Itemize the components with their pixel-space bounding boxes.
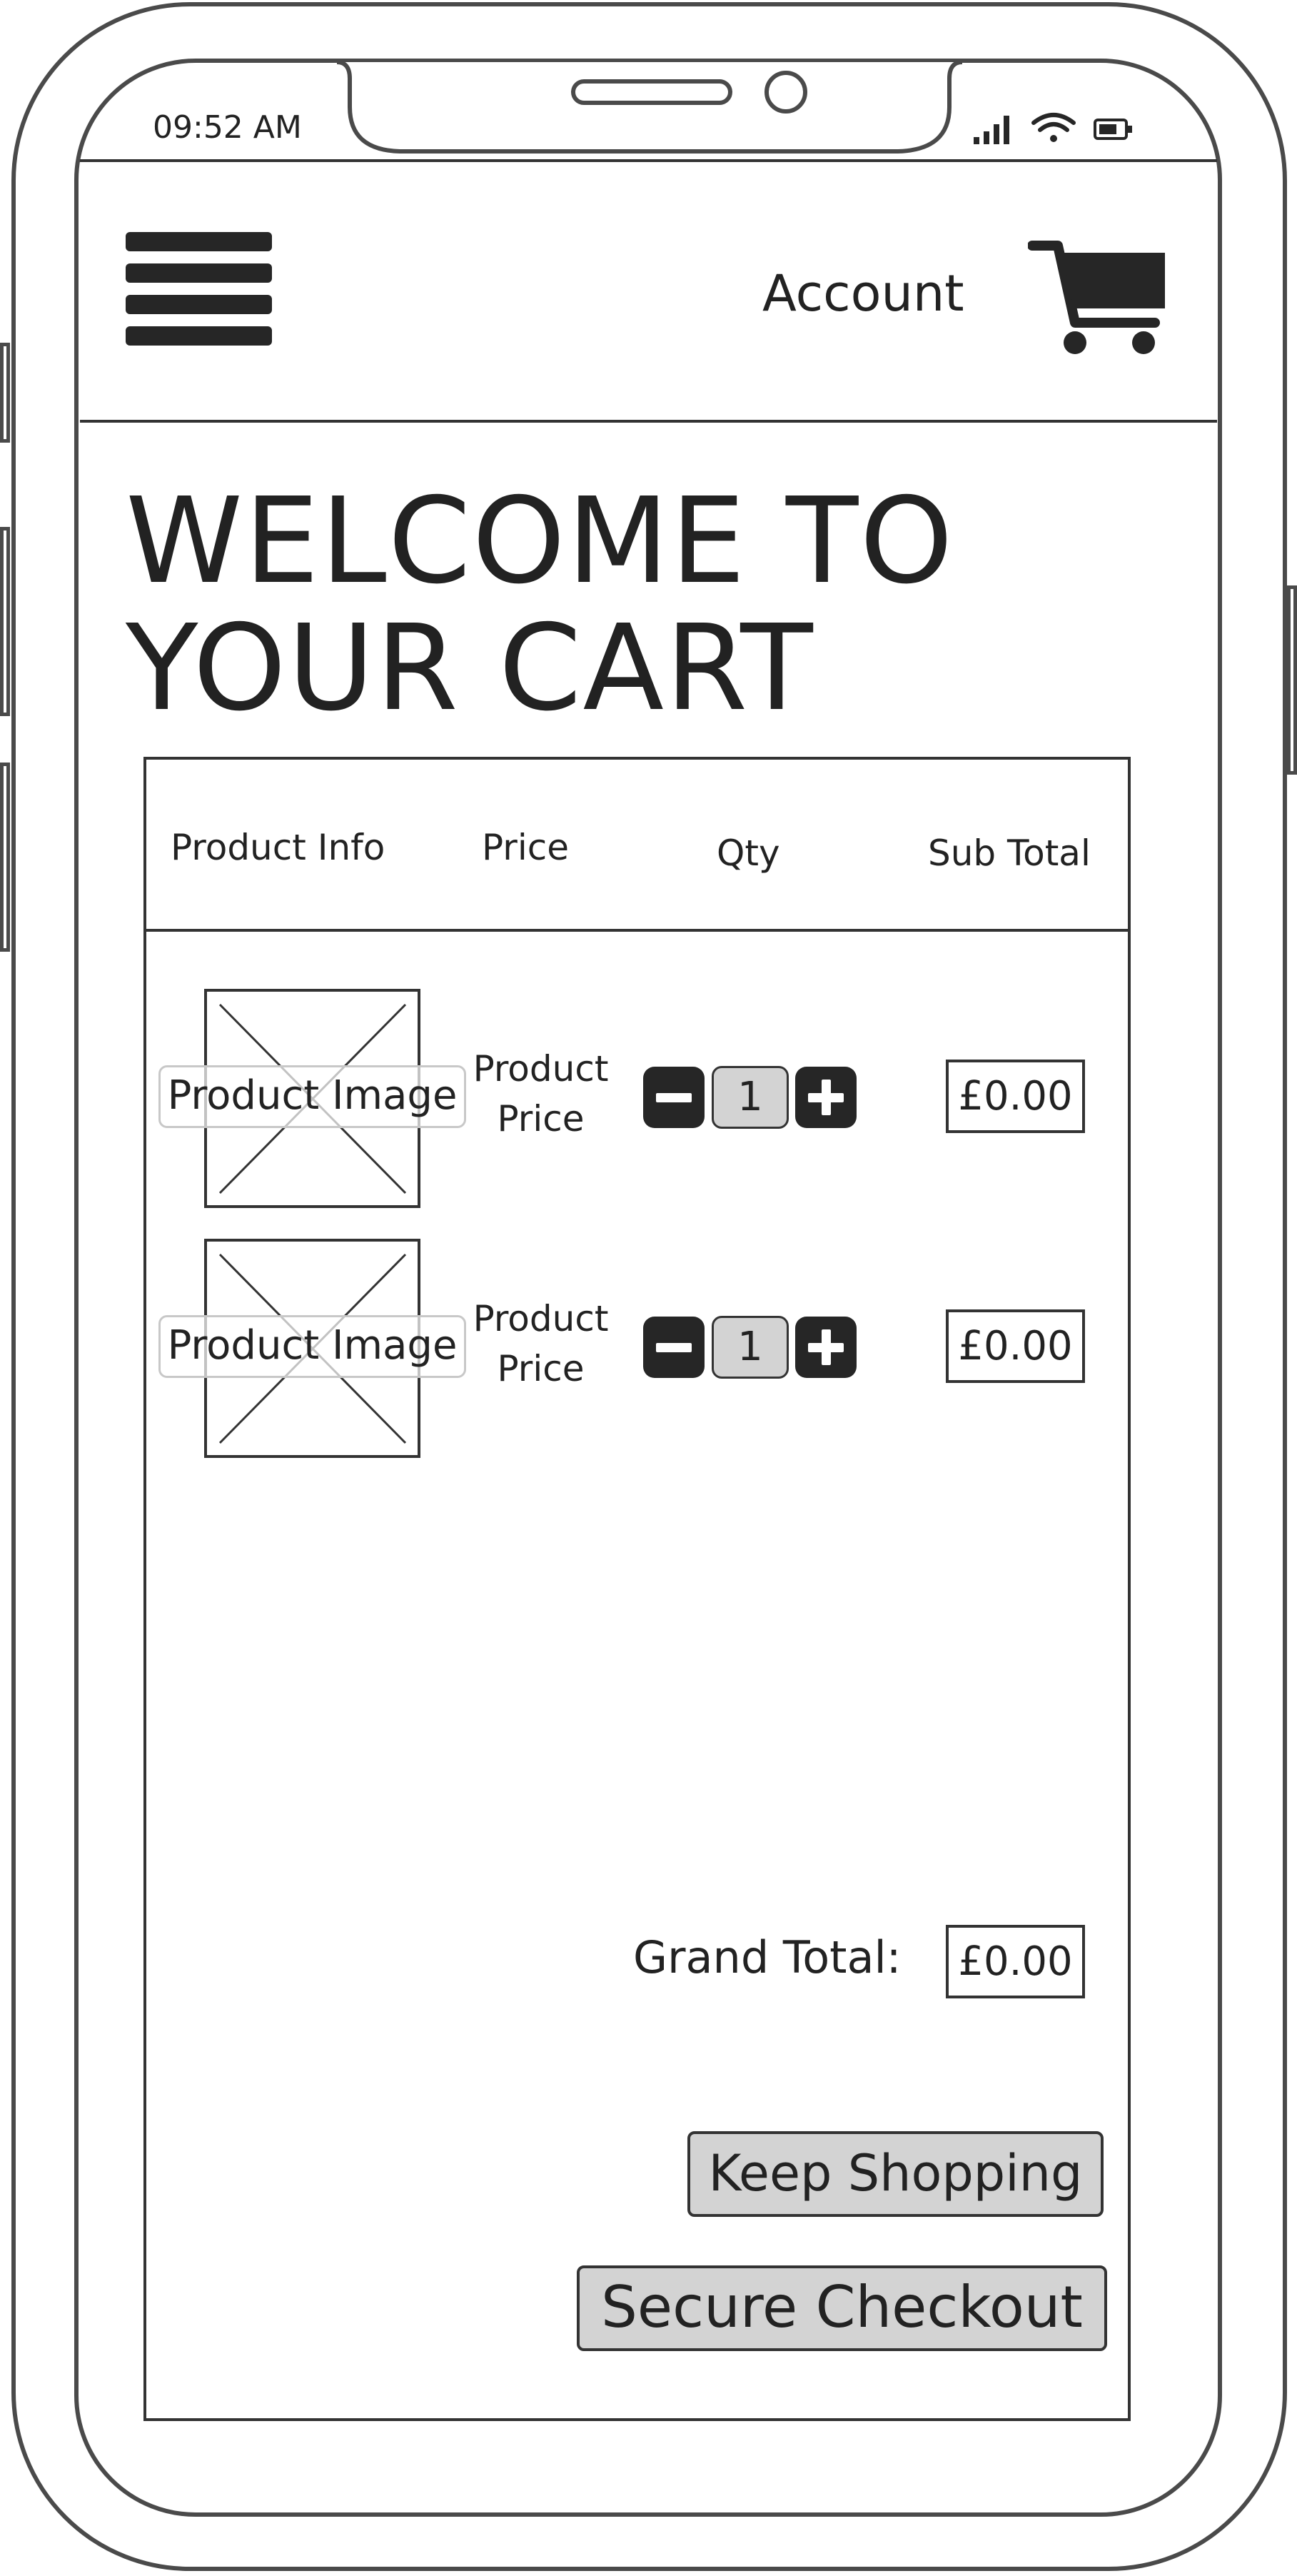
product-price-line-1: Product xyxy=(473,1298,609,1339)
keep-shopping-button[interactable]: Keep Shopping xyxy=(687,2131,1104,2217)
table-header: Product Info Price Qty Sub Total xyxy=(143,757,1131,932)
status-time: 09:52 AM xyxy=(153,109,302,146)
decrement-button[interactable] xyxy=(643,1317,705,1378)
product-image-label: Product Image xyxy=(158,1315,466,1378)
decrement-button[interactable] xyxy=(643,1067,705,1128)
page-title-line-2: YOUR CART xyxy=(126,600,814,738)
product-price: Product Price xyxy=(460,1294,621,1394)
status-icons xyxy=(974,113,1132,144)
phone-frame: 09:52 AM Account WELCOME TO YOUR CART Pr… xyxy=(0,0,1297,2576)
column-header-qty: Qty xyxy=(717,832,780,874)
grand-total-label: Grand Total: xyxy=(633,1931,902,1983)
side-button-mute xyxy=(0,343,10,443)
product-image-label: Product Image xyxy=(158,1065,466,1128)
grand-total-value: £0.00 xyxy=(946,1925,1085,1998)
product-price-line-2: Price xyxy=(497,1098,585,1139)
column-header-product-info: Product Info xyxy=(171,827,385,868)
notch xyxy=(336,60,963,154)
secure-checkout-button[interactable]: Secure Checkout xyxy=(577,2265,1107,2351)
side-button-volume-up xyxy=(0,527,10,716)
column-header-subtotal: Sub Total xyxy=(928,832,1091,874)
battery-icon xyxy=(1094,119,1132,140)
account-link[interactable]: Account xyxy=(762,264,964,323)
increment-button[interactable] xyxy=(795,1317,857,1378)
quantity-value[interactable]: 1 xyxy=(712,1316,789,1379)
side-button-volume-down xyxy=(0,763,10,952)
page-title: WELCOME TO YOUR CART xyxy=(126,478,982,733)
column-header-price: Price xyxy=(482,827,569,868)
hamburger-menu-icon[interactable] xyxy=(126,232,272,346)
subtotal-value: £0.00 xyxy=(946,1309,1085,1383)
shopping-cart-icon[interactable] xyxy=(1028,237,1171,358)
wifi-icon xyxy=(1031,113,1076,142)
increment-button[interactable] xyxy=(795,1067,857,1128)
product-price-line-1: Product xyxy=(473,1048,609,1090)
product-price-line-2: Price xyxy=(497,1348,585,1389)
page-title-line-1: WELCOME TO xyxy=(126,473,955,610)
quantity-value[interactable]: 1 xyxy=(712,1066,789,1129)
product-price: Product Price xyxy=(460,1044,621,1144)
subtotal-value: £0.00 xyxy=(946,1060,1085,1133)
side-button-power xyxy=(1287,585,1297,775)
signal-icon xyxy=(974,116,1009,144)
